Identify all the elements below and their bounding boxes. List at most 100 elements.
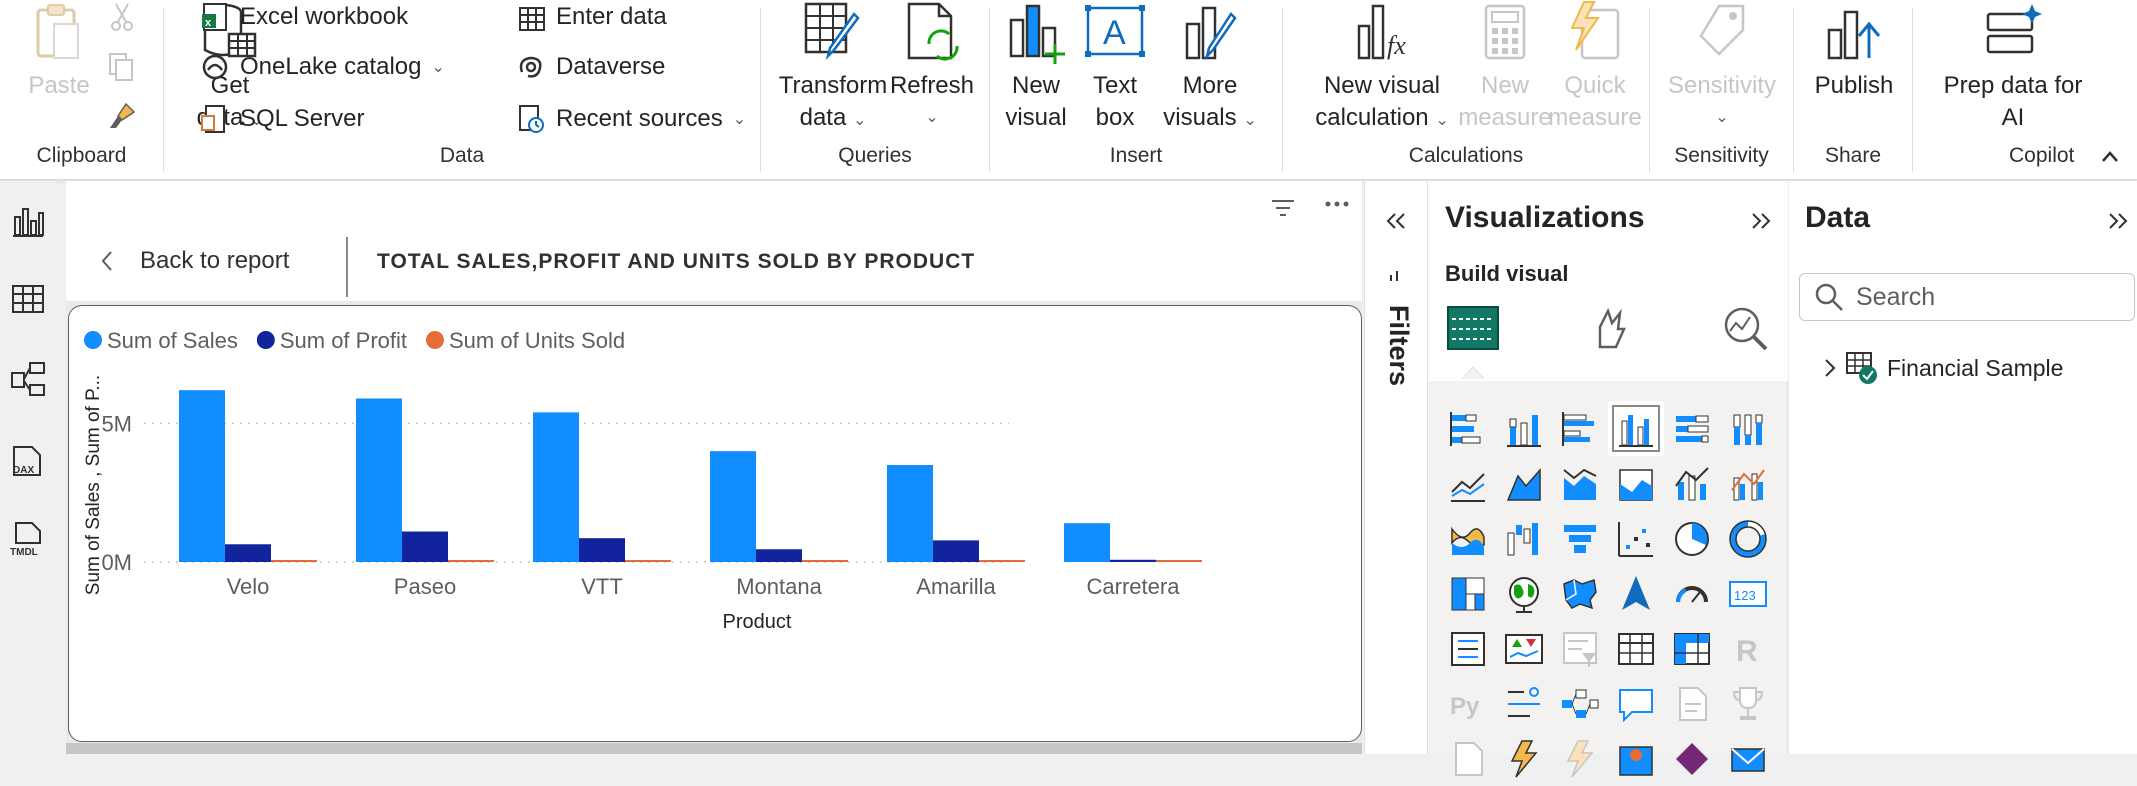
viz-power-automate[interactable] bbox=[1496, 731, 1552, 786]
format-painter-icon[interactable] bbox=[106, 100, 138, 132]
viz-python[interactable]: Py bbox=[1440, 676, 1496, 731]
new-visual-icon bbox=[1009, 4, 1065, 64]
viz-100-stacked-column[interactable] bbox=[1720, 401, 1776, 456]
viz-stacked-area[interactable] bbox=[1552, 456, 1608, 511]
search-input[interactable] bbox=[1856, 282, 2116, 312]
report-view-icon[interactable] bbox=[10, 203, 46, 239]
viz-pie[interactable] bbox=[1664, 511, 1720, 566]
viz-treemap[interactable] bbox=[1440, 566, 1496, 621]
kpi-icon bbox=[1505, 633, 1543, 664]
table-item-financial-sample[interactable]: Financial Sample bbox=[1823, 351, 2063, 385]
viz-scatter[interactable] bbox=[1608, 511, 1664, 566]
tmdl-view-icon[interactable]: TMDL bbox=[10, 521, 46, 557]
tab-analytics[interactable] bbox=[1714, 297, 1776, 359]
viz-stacked-column[interactable] bbox=[1496, 401, 1552, 456]
new-visual-calculation-button[interactable]: fx New visual calculation ⌄ bbox=[1295, 0, 1469, 137]
viz-stacked-bar[interactable] bbox=[1440, 401, 1496, 456]
viz-goals[interactable] bbox=[1720, 676, 1776, 731]
refresh-button[interactable]: Refresh ⌄ bbox=[889, 0, 975, 134]
viz-paginated-report[interactable] bbox=[1440, 731, 1496, 786]
viz-decomposition-tree[interactable] bbox=[1552, 676, 1608, 731]
donut-chart-icon bbox=[1729, 519, 1767, 558]
viz-100-stacked-bar[interactable] bbox=[1664, 401, 1720, 456]
more-options-icon[interactable] bbox=[1324, 199, 1350, 209]
enter-data-button[interactable]: Enter data bbox=[516, 2, 667, 32]
text-box-label: Text bbox=[1092, 72, 1137, 99]
viz-smart-narrative[interactable] bbox=[1664, 676, 1720, 731]
viz-header: Visualizations Build visual bbox=[1428, 181, 1788, 381]
paste-button[interactable]: Paste bbox=[24, 0, 94, 102]
viz-matrix[interactable] bbox=[1664, 621, 1720, 676]
chevron-right-icon[interactable] bbox=[1823, 357, 1837, 379]
search-box[interactable] bbox=[1799, 273, 2135, 321]
viz-clustered-bar[interactable] bbox=[1552, 401, 1608, 456]
tab-format-visual[interactable] bbox=[1580, 297, 1642, 359]
viz-line[interactable] bbox=[1440, 456, 1496, 511]
viz-qa[interactable] bbox=[1608, 676, 1664, 731]
quick-measure-button[interactable]: Quick measure bbox=[1548, 0, 1642, 134]
viz-azure-map[interactable] bbox=[1608, 566, 1664, 621]
viz-multi-row-card[interactable] bbox=[1440, 621, 1496, 676]
new-visual-calculation-label-2: calculation ⌄ bbox=[1315, 102, 1448, 137]
new-measure-button[interactable]: New measure bbox=[1458, 0, 1552, 134]
viz-key-influencers[interactable] bbox=[1496, 676, 1552, 731]
viz-100-stacked-area[interactable] bbox=[1608, 456, 1664, 511]
transform-data-button[interactable]: Transform data ⌄ bbox=[777, 0, 889, 137]
clustered-column-chart-icon bbox=[1619, 414, 1653, 447]
collapse-pane-icon[interactable] bbox=[2107, 211, 2129, 231]
viz-kpi[interactable] bbox=[1496, 621, 1552, 676]
model-view-icon[interactable] bbox=[10, 361, 46, 397]
viz-clustered-column[interactable] bbox=[1608, 401, 1664, 456]
sensitivity-button[interactable]: Sensitivity ⌄ bbox=[1658, 0, 1786, 134]
viz-filled-map[interactable] bbox=[1552, 566, 1608, 621]
viz-card[interactable]: 123 bbox=[1720, 566, 1776, 621]
viz-waterfall[interactable] bbox=[1496, 511, 1552, 566]
filter-icon[interactable] bbox=[1270, 195, 1296, 221]
new-visual-button[interactable]: New visual bbox=[1002, 0, 1070, 134]
viz-arcgis[interactable] bbox=[1608, 731, 1664, 786]
viz-send-email[interactable] bbox=[1720, 731, 1776, 786]
viz-power-apps[interactable] bbox=[1552, 731, 1608, 786]
viz-line-stacked-column[interactable] bbox=[1664, 456, 1720, 511]
viz-map[interactable] bbox=[1496, 566, 1552, 621]
clustered-column-chart[interactable]: Sum of Sales Sum of Profit Sum of Units So… bbox=[68, 305, 1362, 742]
viz-donut[interactable] bbox=[1720, 511, 1776, 566]
dataverse-button[interactable]: Dataverse bbox=[516, 52, 665, 82]
x-tick-label: Velo bbox=[227, 574, 270, 599]
view-switcher-rail: DAX TMDL bbox=[0, 181, 56, 754]
viz-line-clustered-column[interactable] bbox=[1720, 456, 1776, 511]
sql-server-button[interactable]: SQL Server bbox=[200, 104, 365, 134]
more-visuals-button[interactable]: More visuals ⌄ bbox=[1158, 0, 1262, 137]
table-view-icon[interactable] bbox=[10, 281, 46, 317]
expand-pane-icon[interactable] bbox=[1385, 211, 1407, 231]
viz-power-apps-2[interactable] bbox=[1664, 731, 1720, 786]
excel-workbook-label: Excel workbook bbox=[240, 3, 409, 30]
viz-slicer[interactable] bbox=[1552, 621, 1608, 676]
collapse-pane-icon[interactable] bbox=[1750, 211, 1772, 231]
viz-table[interactable] bbox=[1608, 621, 1664, 676]
text-box-button[interactable]: A Text box bbox=[1080, 0, 1150, 134]
recent-sources-button[interactable]: Recent sources ⌄ bbox=[516, 104, 746, 134]
collapse-ribbon-icon[interactable] bbox=[2099, 146, 2121, 168]
copy-icon[interactable] bbox=[106, 52, 136, 82]
viz-gauge[interactable] bbox=[1664, 566, 1720, 621]
viz-area[interactable] bbox=[1496, 456, 1552, 511]
viz-ribbon[interactable] bbox=[1440, 511, 1496, 566]
onelake-catalog-button[interactable]: OneLake catalog ⌄ bbox=[200, 52, 445, 82]
publish-button[interactable]: Publish bbox=[1804, 0, 1904, 102]
cut-icon[interactable] bbox=[108, 2, 136, 32]
viz-funnel[interactable] bbox=[1552, 511, 1608, 566]
viz-r-script[interactable]: R bbox=[1720, 621, 1776, 676]
dax-query-view-icon[interactable]: DAX bbox=[10, 443, 46, 479]
back-to-report-button[interactable]: Back to report bbox=[100, 247, 289, 275]
prep-data-for-ai-button[interactable]: Prep data for AI bbox=[1923, 0, 2103, 134]
svg-text:TMDL: TMDL bbox=[10, 547, 38, 557]
filters-pane-collapsed[interactable]: Filters bbox=[1364, 181, 1428, 754]
new-visual-calculation-label: New visual bbox=[1323, 72, 1441, 99]
excel-workbook-button[interactable]: x Excel workbook bbox=[200, 2, 408, 32]
group-label-data: Data bbox=[439, 144, 485, 167]
report-canvas: Back to report TOTAL SALES,PROFIT AND UN… bbox=[66, 181, 1362, 754]
tab-build-visual[interactable] bbox=[1442, 297, 1504, 359]
line-and-stacked-column-icon bbox=[1675, 466, 1709, 500]
horizontal-scrollbar[interactable] bbox=[66, 743, 1362, 754]
